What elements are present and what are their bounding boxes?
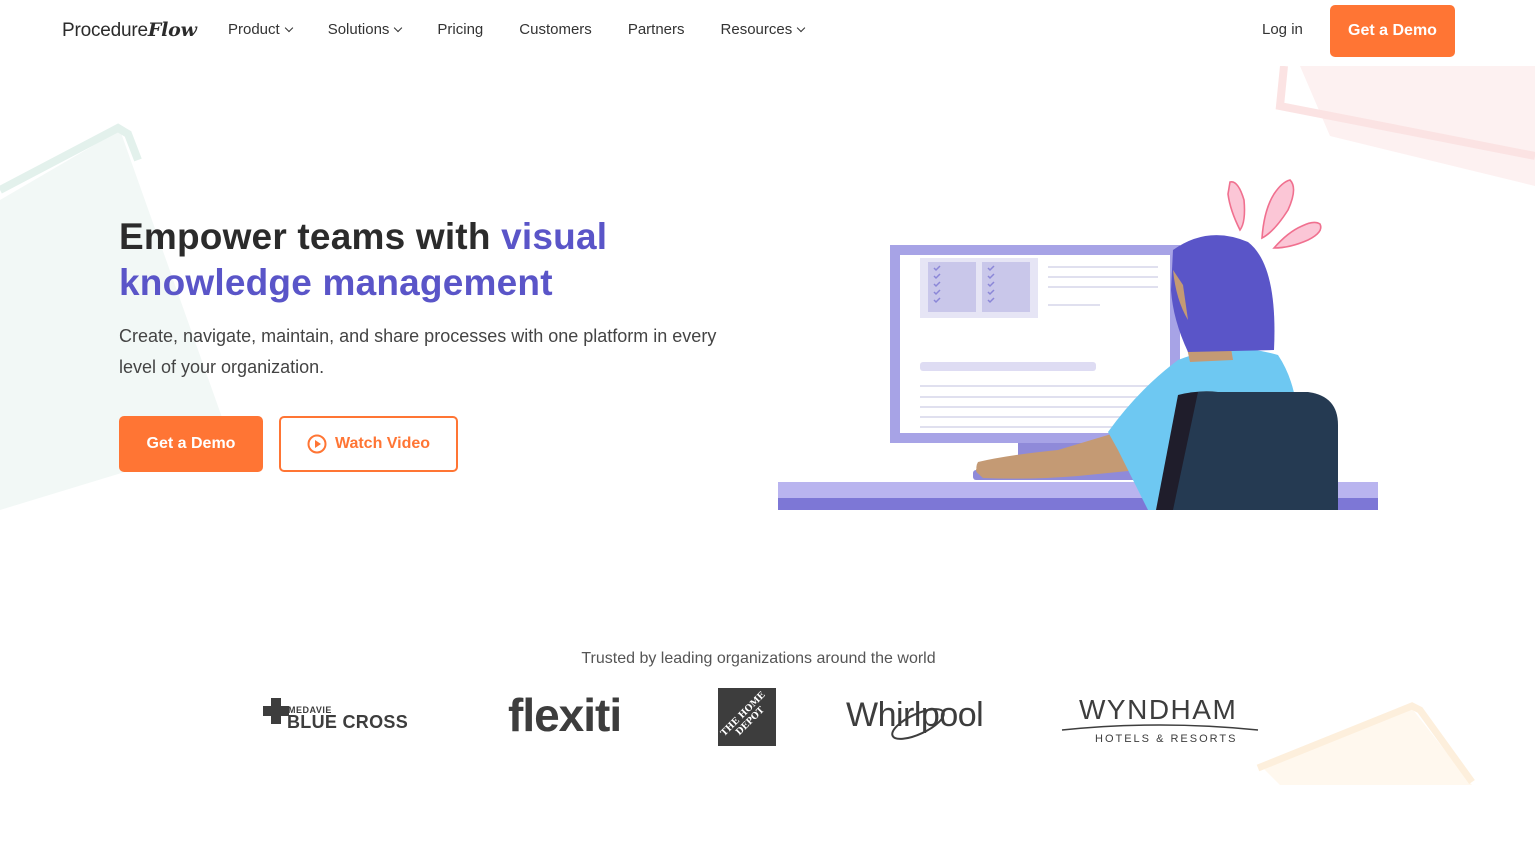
whirlpool-swoosh-icon	[891, 708, 945, 740]
nav-item-label: Partners	[627, 21, 685, 38]
nav-item-label: Product	[228, 21, 280, 38]
nav-item-partners[interactable]: Partners	[628, 21, 685, 38]
logo-main-text: Procedure	[62, 20, 148, 41]
nav-links: Product Solutions Pricing Customers Part…	[228, 21, 840, 38]
login-link[interactable]: Log in	[1262, 21, 1303, 38]
nav-item-solutions[interactable]: Solutions	[327, 21, 403, 38]
chevron-down-icon	[394, 23, 403, 32]
background-decoration-bottom-right	[1256, 702, 1475, 785]
logo-wyndham: WYNDHAM HOTELS & RESORTS	[1060, 686, 1260, 750]
chevron-down-icon	[284, 23, 293, 32]
nav-item-resources[interactable]: Resources	[720, 21, 806, 38]
logo-big-text: BLUE CROSS	[287, 712, 409, 732]
nav-item-label: Resources	[720, 21, 793, 38]
person-hair	[1171, 235, 1275, 352]
logo-home-depot: THE HOME DEPOT	[718, 686, 778, 750]
nav-item-label: Solutions	[327, 21, 390, 38]
logo-text: THE HOME DEPOT	[719, 690, 768, 739]
procedureflow-logo[interactable]: ProcedureFlow	[62, 19, 197, 42]
hero-title-plain: Empower teams with	[119, 216, 502, 257]
trusted-heading: Trusted by leading organizations around …	[581, 650, 936, 667]
watch-video-label: Watch Video	[334, 435, 431, 452]
nav-item-customers[interactable]: Customers	[519, 21, 592, 38]
hero-title: Empower teams with visual knowledge mana…	[119, 214, 739, 306]
logo-medavie-blue-cross: MEDAVIE BLUE CROSS	[254, 686, 446, 750]
logo-flexiti: flexiti	[508, 686, 638, 750]
nav-item-product[interactable]: Product	[228, 21, 293, 38]
home-depot-badge: THE HOME DEPOT	[718, 688, 776, 746]
nav-item-label: Customers	[519, 21, 592, 38]
get-demo-nav-button[interactable]: Get a Demo	[1330, 5, 1455, 57]
logo-text: flexiti	[508, 689, 622, 741]
top-navigation: ProcedureFlow Product Solutions Pricing …	[0, 0, 1535, 64]
hero-title-accent: knowledge management	[119, 262, 553, 303]
nav-item-label: Pricing	[437, 21, 484, 38]
chevron-down-icon	[796, 23, 806, 32]
get-demo-button[interactable]: Get a Demo	[119, 416, 263, 472]
hero-title-accent: visual	[501, 216, 608, 257]
logo-whirlpool: Whirlpool	[846, 686, 996, 750]
chair	[1173, 392, 1338, 510]
hero-subtitle: Create, navigate, maintain, and share pr…	[119, 326, 717, 377]
play-circle-icon	[307, 434, 327, 454]
logo-script-text: Flow	[147, 19, 197, 41]
hero-illustration	[778, 179, 1378, 510]
watch-video-button[interactable]: Watch Video	[279, 416, 458, 472]
logo-small-text: HOTELS & RESORTS	[1095, 733, 1238, 745]
customer-logos: MEDAVIE BLUE CROSS flexiti THE HOME DEPO…	[250, 686, 1270, 750]
nav-item-pricing[interactable]: Pricing	[437, 21, 483, 38]
